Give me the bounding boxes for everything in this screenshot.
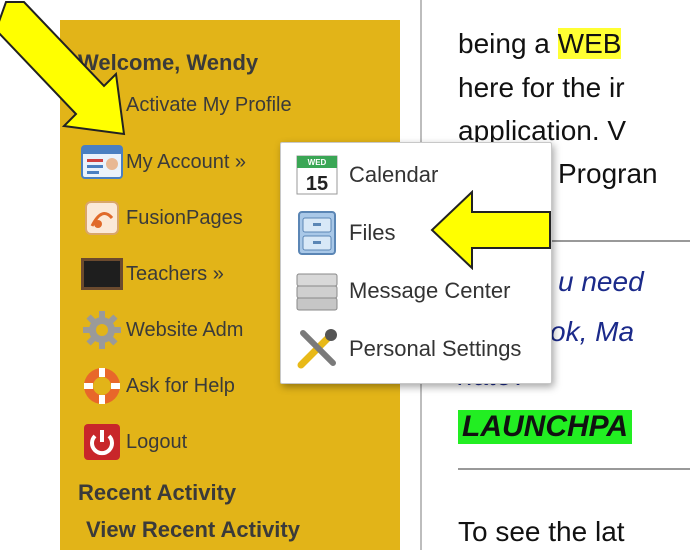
calendar-icon: WED 15 bbox=[291, 149, 343, 201]
recent-activity-heading: Recent Activity bbox=[78, 480, 237, 505]
sidebar-item-ask-help[interactable]: Ask for Help bbox=[78, 364, 235, 408]
highlighted-word: WEB bbox=[557, 28, 622, 59]
sidebar-item-teachers[interactable]: Teachers » bbox=[78, 252, 224, 296]
sidebar-item-label: Teachers » bbox=[126, 262, 224, 285]
fusionpages-icon bbox=[78, 196, 126, 240]
menu-item-label: Message Center bbox=[349, 278, 511, 303]
italic-line-1: u need bbox=[558, 266, 644, 297]
italic-line-2: ok, Ma bbox=[550, 316, 635, 347]
tools-icon bbox=[291, 323, 343, 375]
gear-icon bbox=[78, 308, 126, 352]
sidebar-item-label: Logout bbox=[126, 430, 188, 453]
sidebar-item-label: FusionPages bbox=[126, 206, 243, 229]
sidebar-item-website-admin[interactable]: Website Adm bbox=[78, 308, 243, 352]
calendar-day: WED bbox=[308, 158, 327, 167]
content-line-4: Progran bbox=[558, 158, 658, 189]
calendar-date: 15 bbox=[306, 173, 328, 195]
content-text: being a bbox=[458, 28, 558, 59]
file-cabinet-icon bbox=[291, 207, 343, 259]
blackboard-icon bbox=[78, 252, 126, 296]
content-line-2: here for the ir bbox=[458, 72, 625, 103]
sidebar-item-logout[interactable]: Logout bbox=[78, 420, 187, 464]
menu-item-label: Files bbox=[349, 220, 396, 245]
menu-item-label: Calendar bbox=[349, 162, 439, 187]
sidebar-item-label: Activate My Profile bbox=[126, 93, 292, 116]
inbox-tray-icon bbox=[291, 265, 343, 317]
sidebar-item-label: My Account » bbox=[126, 150, 247, 173]
divider bbox=[458, 468, 690, 470]
view-recent-activity-link[interactable]: View Recent Activity bbox=[86, 517, 300, 543]
files-arrow-icon bbox=[430, 190, 551, 270]
lifebuoy-icon bbox=[78, 364, 126, 408]
content-bottom-line: To see the lat bbox=[458, 516, 625, 547]
menu-item-personal-settings[interactable]: Personal Settings bbox=[291, 321, 541, 377]
sidebar-item-fusionpages[interactable]: FusionPages bbox=[78, 196, 243, 240]
pointer-arrow-icon bbox=[0, 1, 126, 136]
power-icon bbox=[78, 420, 126, 464]
menu-item-message-center[interactable]: Message Center bbox=[291, 263, 541, 319]
content-line-1: being a WEB bbox=[458, 28, 622, 60]
launchpad-highlight: LAUNCHPA bbox=[458, 410, 633, 444]
sidebar-item-label: Ask for Help bbox=[126, 374, 235, 397]
sidebar-item-label: Website Adm bbox=[126, 318, 244, 341]
menu-item-label: Personal Settings bbox=[349, 336, 522, 361]
